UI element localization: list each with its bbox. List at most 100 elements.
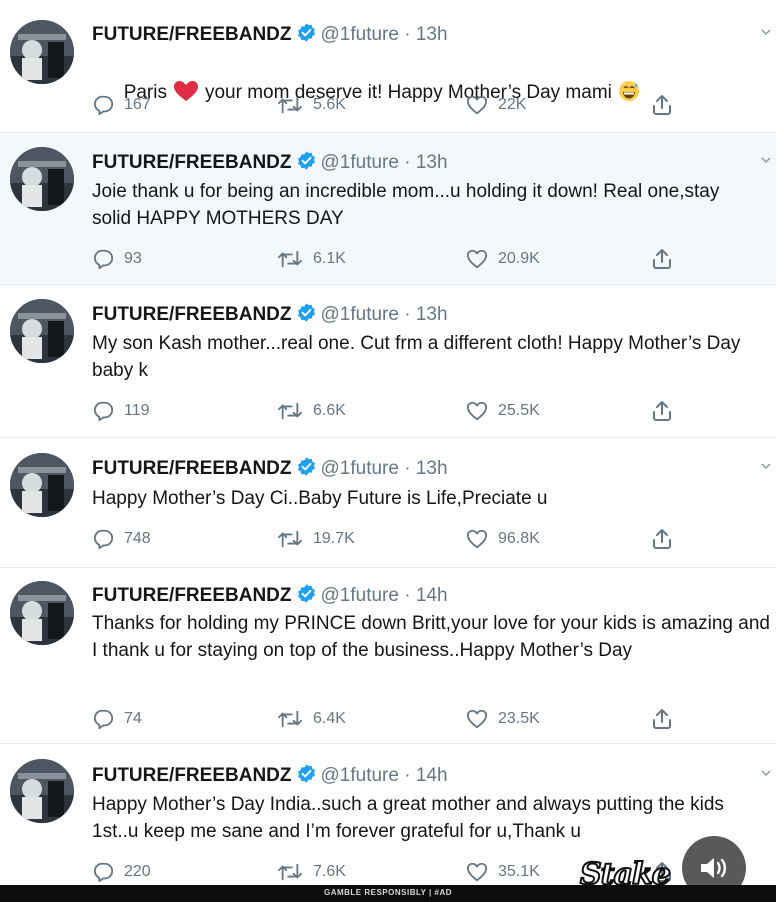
account-handle[interactable]: @1future <box>321 304 399 325</box>
reply-icon <box>93 862 114 883</box>
ad-disclaimer-bar: GAMBLE RESPONSIBLY | #AD <box>0 885 776 902</box>
like-icon <box>466 249 488 269</box>
account-name[interactable]: FUTURE/FREEBANDZ <box>92 24 292 45</box>
caret-down-icon[interactable] <box>760 26 772 38</box>
tweet-header: FUTURE/FREEBANDZ @1future · 13h <box>92 22 448 46</box>
reply-count: 119 <box>124 402 150 419</box>
account-name[interactable]: FUTURE/FREEBANDZ <box>92 152 292 173</box>
tweet-time[interactable]: 13h <box>416 24 448 45</box>
caret-down-icon[interactable] <box>760 767 772 779</box>
retweet-icon <box>278 530 302 548</box>
tweet-time[interactable]: 13h <box>416 458 448 479</box>
avatar[interactable] <box>10 147 74 211</box>
verified-badge-icon <box>297 764 315 783</box>
like-icon <box>466 862 488 882</box>
like-button[interactable]: 35.1K <box>466 860 540 884</box>
account-name[interactable]: FUTURE/FREEBANDZ <box>92 458 292 479</box>
retweet-count: 6.4K <box>313 710 346 727</box>
tweet[interactable]: FUTURE/FREEBANDZ @1future · 13h Joie than… <box>0 133 776 285</box>
like-button[interactable]: 96.8K <box>466 527 540 551</box>
reply-count: 220 <box>124 863 151 880</box>
like-button[interactable]: 22K <box>466 93 526 117</box>
retweet-count: 6.6K <box>313 402 346 419</box>
tweet[interactable]: FUTURE/FREEBANDZ @1future · 13h Happy Mot… <box>0 438 776 568</box>
retweet-count: 5.6K <box>313 96 346 113</box>
retweet-button[interactable]: 7.6K <box>277 860 346 884</box>
retweet-icon <box>278 96 302 114</box>
retweet-button[interactable]: 6.4K <box>277 707 346 731</box>
retweet-count: 19.7K <box>313 530 355 547</box>
retweet-icon <box>278 710 302 728</box>
tweet-time[interactable]: 14h <box>416 585 448 606</box>
caret-down-icon[interactable] <box>760 460 772 472</box>
retweet-button[interactable]: 19.7K <box>277 527 355 551</box>
reply-count: 167 <box>124 96 151 113</box>
share-button[interactable] <box>650 93 674 117</box>
share-icon <box>653 95 671 115</box>
account-name[interactable]: FUTURE/FREEBANDZ <box>92 765 292 786</box>
reply-button[interactable]: 748 <box>92 527 151 551</box>
account-handle[interactable]: @1future <box>321 765 399 786</box>
separator-dot: · <box>404 585 411 606</box>
retweet-button[interactable]: 5.6K <box>277 93 346 117</box>
avatar[interactable] <box>10 20 74 84</box>
separator-dot: · <box>404 458 411 479</box>
tweet[interactable]: FUTURE/FREEBANDZ @1future · 13h My son Ka… <box>0 285 776 438</box>
like-count: 20.9K <box>498 250 540 267</box>
tweet[interactable]: FUTURE/FREEBANDZ @1future · 14h Thanks fo… <box>0 568 776 744</box>
share-button[interactable] <box>650 247 674 271</box>
reply-button[interactable]: 93 <box>92 247 142 271</box>
separator-dot: · <box>404 24 411 45</box>
reply-button[interactable]: 119 <box>92 399 150 423</box>
tweet-actions: 74 6.4K 23.5K <box>92 707 692 731</box>
account-handle[interactable]: @1future <box>321 585 399 606</box>
reply-count: 748 <box>124 530 151 547</box>
reply-count: 74 <box>124 710 142 727</box>
separator-dot: · <box>404 765 411 786</box>
reply-button[interactable]: 74 <box>92 707 142 731</box>
account-handle[interactable]: @1future <box>321 458 399 479</box>
like-count: 96.8K <box>498 530 540 547</box>
retweet-button[interactable]: 6.1K <box>277 247 346 271</box>
avatar[interactable] <box>10 453 74 517</box>
retweet-count: 6.1K <box>313 250 346 267</box>
reply-button[interactable]: 220 <box>92 860 151 884</box>
like-count: 25.5K <box>498 402 540 419</box>
tweet-actions: 167 5.6K 22K <box>92 93 692 117</box>
tweet-actions: 119 6.6K 25.5K <box>92 399 692 423</box>
verified-badge-icon <box>297 457 315 476</box>
like-count: 35.1K <box>498 863 540 880</box>
tweet-time[interactable]: 13h <box>416 304 448 325</box>
avatar[interactable] <box>10 759 74 823</box>
retweet-button[interactable]: 6.6K <box>277 399 346 423</box>
account-handle[interactable]: @1future <box>321 24 399 45</box>
like-button[interactable]: 20.9K <box>466 247 540 271</box>
reply-button[interactable]: 167 <box>92 93 151 117</box>
reply-icon <box>93 401 114 422</box>
like-button[interactable]: 25.5K <box>466 399 540 423</box>
caret-down-icon[interactable] <box>760 154 772 166</box>
like-icon <box>466 709 488 729</box>
like-button[interactable]: 23.5K <box>466 707 540 731</box>
reply-icon <box>93 249 114 270</box>
retweet-icon <box>278 863 302 881</box>
retweet-icon <box>278 250 302 268</box>
tweet-time[interactable]: 13h <box>416 152 448 173</box>
tweet-actions: 93 6.1K 20.9K <box>92 247 692 271</box>
avatar[interactable] <box>10 299 74 363</box>
tweet-text: Happy Mother’s Day India..such a great m… <box>92 794 730 842</box>
share-button[interactable] <box>650 527 674 551</box>
tweet-text: Happy Mother’s Day Ci..Baby Future is Li… <box>92 488 548 509</box>
tweet-time[interactable]: 14h <box>416 765 448 786</box>
account-name[interactable]: FUTURE/FREEBANDZ <box>92 304 292 325</box>
share-button[interactable] <box>650 707 674 731</box>
reply-icon <box>93 529 114 550</box>
tweet-text: My son Kash mother...real one. Cut frm a… <box>92 333 746 381</box>
verified-badge-icon <box>297 303 315 322</box>
tweet[interactable]: FUTURE/FREEBANDZ @1future · 13h Paris your… <box>0 0 776 133</box>
like-icon <box>466 95 488 115</box>
account-name[interactable]: FUTURE/FREEBANDZ <box>92 585 292 606</box>
avatar[interactable] <box>10 581 74 645</box>
account-handle[interactable]: @1future <box>321 152 399 173</box>
share-button[interactable] <box>650 399 674 423</box>
